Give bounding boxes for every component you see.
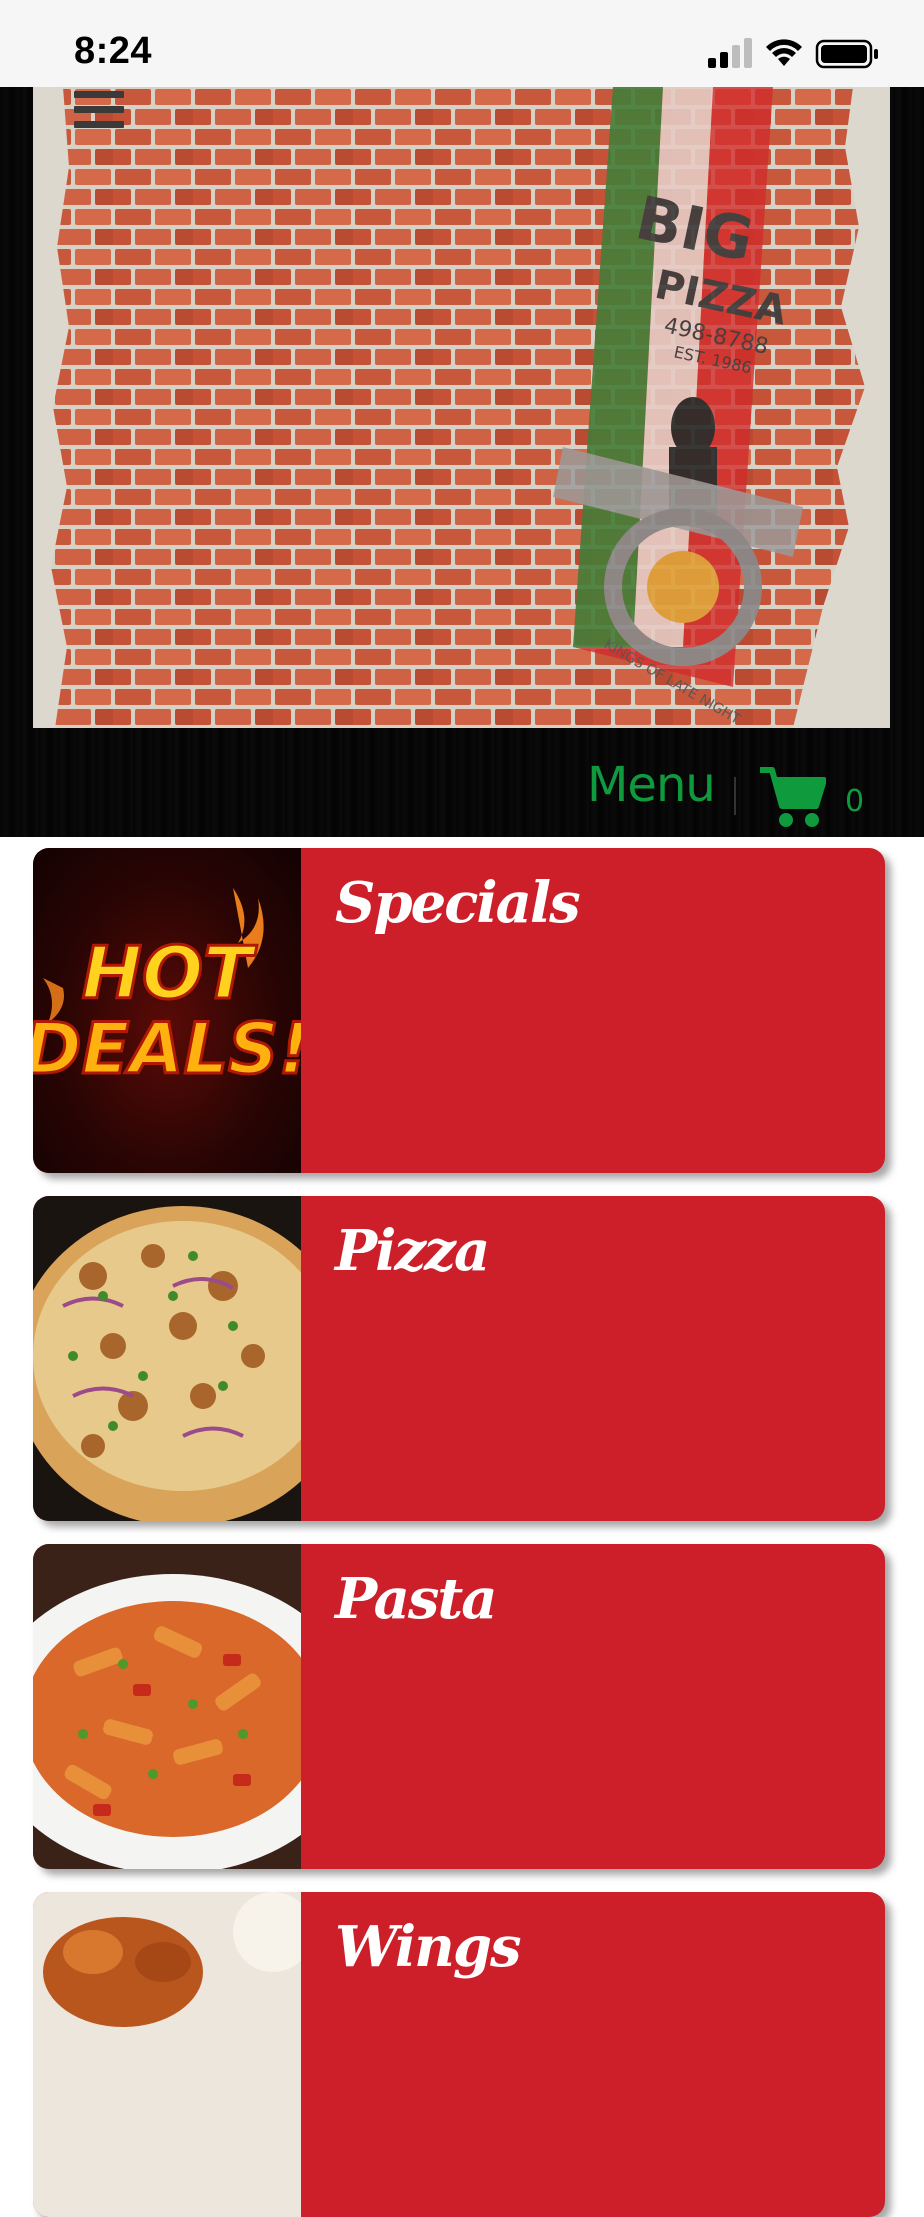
shopping-cart-icon[interactable] [758,764,826,830]
status-bar: 8:24 [0,0,924,87]
category-pasta[interactable]: Pasta [33,1544,885,1869]
hero-banner: BIG PIZZA 498-8788 EST. 1986 KINGS OF LA… [0,87,924,837]
battery-icon [815,39,878,69]
svg-text:HOT: HOT [82,931,257,1015]
pizza-image [33,1196,301,1521]
cart-count: 0 [845,784,865,819]
menu-link[interactable]: Menu [587,757,716,813]
category-title: Pizza [335,1218,490,1284]
hamburger-menu-icon[interactable] [74,91,124,141]
svg-text:DEALS!: DEALS! [33,1008,301,1090]
status-time: 8:24 [74,30,153,72]
category-pizza[interactable]: Pizza [33,1196,885,1521]
category-title: Pasta [335,1566,498,1632]
category-title: Specials [335,870,581,936]
category-specials[interactable]: HOT DEALS! Specials [33,848,885,1173]
wings-image [33,1892,301,2217]
pasta-image [33,1544,301,1869]
category-title: Wings [335,1914,522,1980]
signal-icon [708,38,752,68]
hot-deals-image: HOT DEALS! [33,848,301,1173]
nav-divider [734,777,736,815]
wifi-icon [766,39,802,66]
category-wings[interactable]: Wings [33,1892,885,2217]
status-icons [708,38,878,69]
brick-wall-logo-image: BIG PIZZA 498-8788 EST. 1986 KINGS OF LA… [33,87,890,728]
